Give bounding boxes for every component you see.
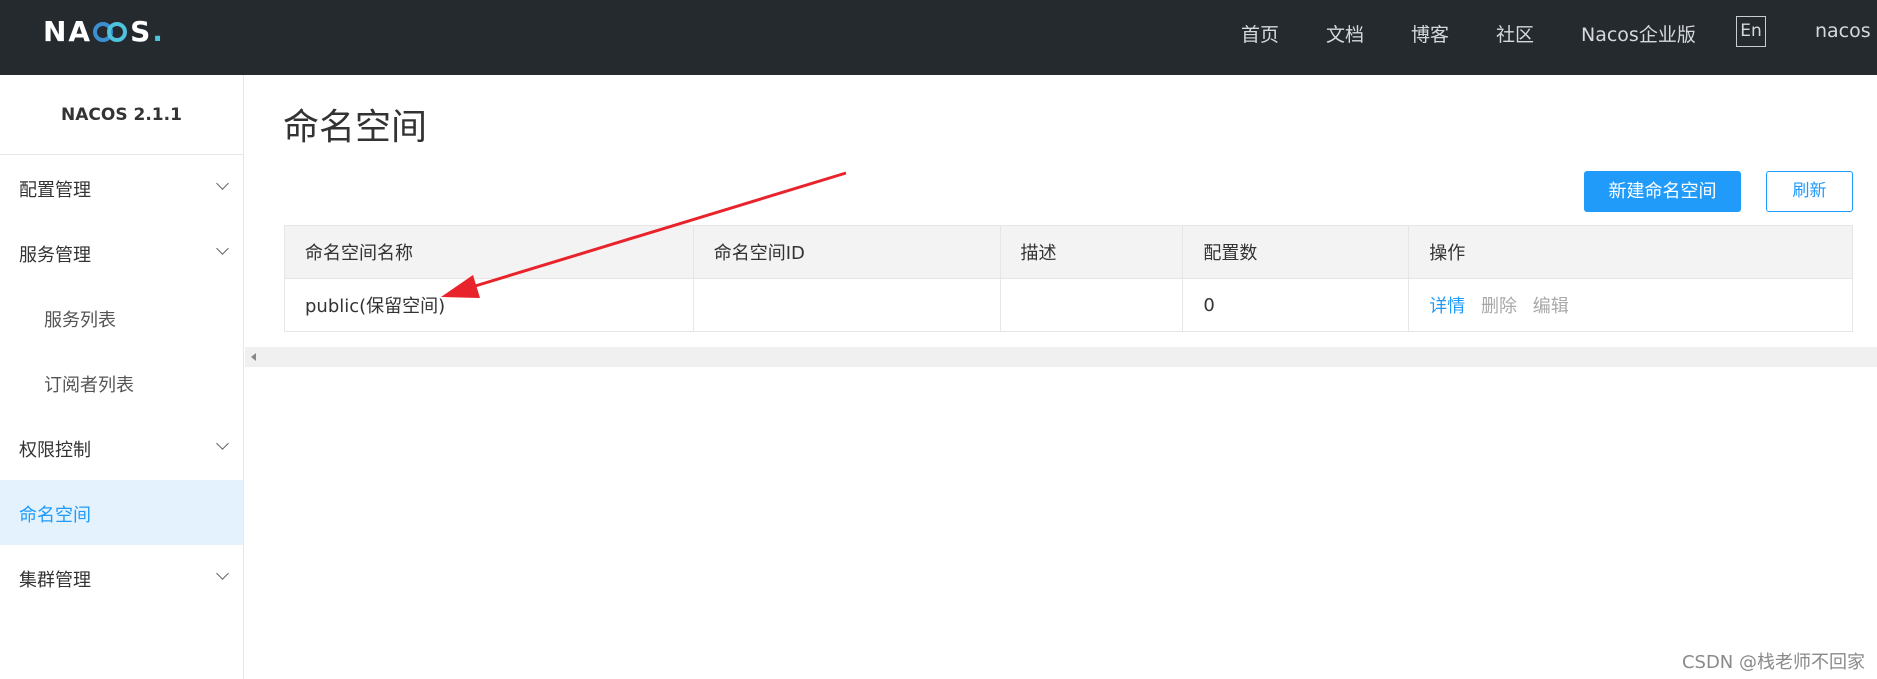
nacos-logo[interactable]: NA S. [43,14,165,48]
sidebar-item-access-control[interactable]: 权限控制 [0,415,243,480]
nav-docs[interactable]: 文档 [1326,20,1364,47]
column-header-config-count: 配置数 [1182,225,1410,279]
new-namespace-button[interactable]: 新建命名空间 [1584,171,1741,212]
sidebar-item-subscriber-list[interactable]: 订阅者列表 [0,350,243,415]
sidebar-item-cluster-management[interactable]: 集群管理 [0,545,243,610]
nav-blog[interactable]: 博客 [1411,20,1449,47]
delete-link[interactable]: 删除 [1481,296,1517,317]
sidebar-item-label: 命名空间 [19,505,91,526]
sidebar-item-config-management[interactable]: 配置管理 [0,155,243,220]
column-header-id: 命名空间ID [692,225,1001,279]
annotation-arrow [441,171,847,298]
cell-description [999,278,1184,332]
chevron-down-icon [217,569,228,580]
cell-namespace-id [692,278,1001,332]
column-header-actions: 操作 [1408,225,1853,279]
namespace-table: 命名空间名称 命名空间ID 描述 配置数 操作 public(保留空间) 0 详… [284,225,1853,332]
chevron-down-icon [217,179,228,190]
table-row: public(保留空间) 0 详情 删除 编辑 [284,278,1853,332]
logo-rings-icon [93,20,129,42]
cell-namespace-name: public(保留空间) [284,278,694,332]
column-header-description: 描述 [999,225,1184,279]
logo-letters-s: S [130,14,153,48]
nav-enterprise[interactable]: Nacos企业版 [1581,20,1696,47]
horizontal-scrollbar[interactable] [245,347,1877,367]
column-header-name: 命名空间名称 [284,225,694,279]
page-title: 命名空间 [283,107,428,148]
sidebar: NACOS 2.1.1 配置管理 服务管理 服务列表 订阅者列表 权限控制 命名… [0,75,244,679]
top-navbar: NA S. 首页 文档 博客 社区 Nacos企业版 En nacos [0,0,1877,75]
sidebar-item-label: 配置管理 [19,180,91,201]
chevron-down-icon [217,244,228,255]
edit-link[interactable]: 编辑 [1533,296,1569,317]
detail-link[interactable]: 详情 [1429,296,1465,317]
scroll-left-arrow-icon[interactable] [251,353,256,361]
table-header-row: 命名空间名称 命名空间ID 描述 配置数 操作 [284,225,1853,279]
user-menu[interactable]: nacos [1815,20,1871,42]
version-label: NACOS 2.1.1 [0,75,243,155]
language-toggle-button[interactable]: En [1736,16,1766,47]
sidebar-item-service-list[interactable]: 服务列表 [0,285,243,350]
sidebar-item-label: 集群管理 [19,570,91,591]
sidebar-item-label: 权限控制 [19,440,91,461]
cell-config-count: 0 [1182,278,1410,332]
watermark: CSDN @栈老师不回家 [1681,652,1865,673]
sidebar-item-label: 服务管理 [19,245,91,266]
logo-dot: . [152,14,165,48]
cell-actions: 详情 删除 编辑 [1408,278,1853,332]
logo-letters-na: NA [43,14,93,48]
sidebar-item-label: 服务列表 [44,310,116,331]
sidebar-item-label: 订阅者列表 [44,375,134,396]
sidebar-item-service-management[interactable]: 服务管理 [0,220,243,285]
nav-home[interactable]: 首页 [1241,20,1279,47]
sidebar-item-namespace[interactable]: 命名空间 [0,480,243,545]
nav-community[interactable]: 社区 [1496,20,1534,47]
chevron-down-icon [217,439,228,450]
refresh-button[interactable]: 刷新 [1766,171,1853,212]
